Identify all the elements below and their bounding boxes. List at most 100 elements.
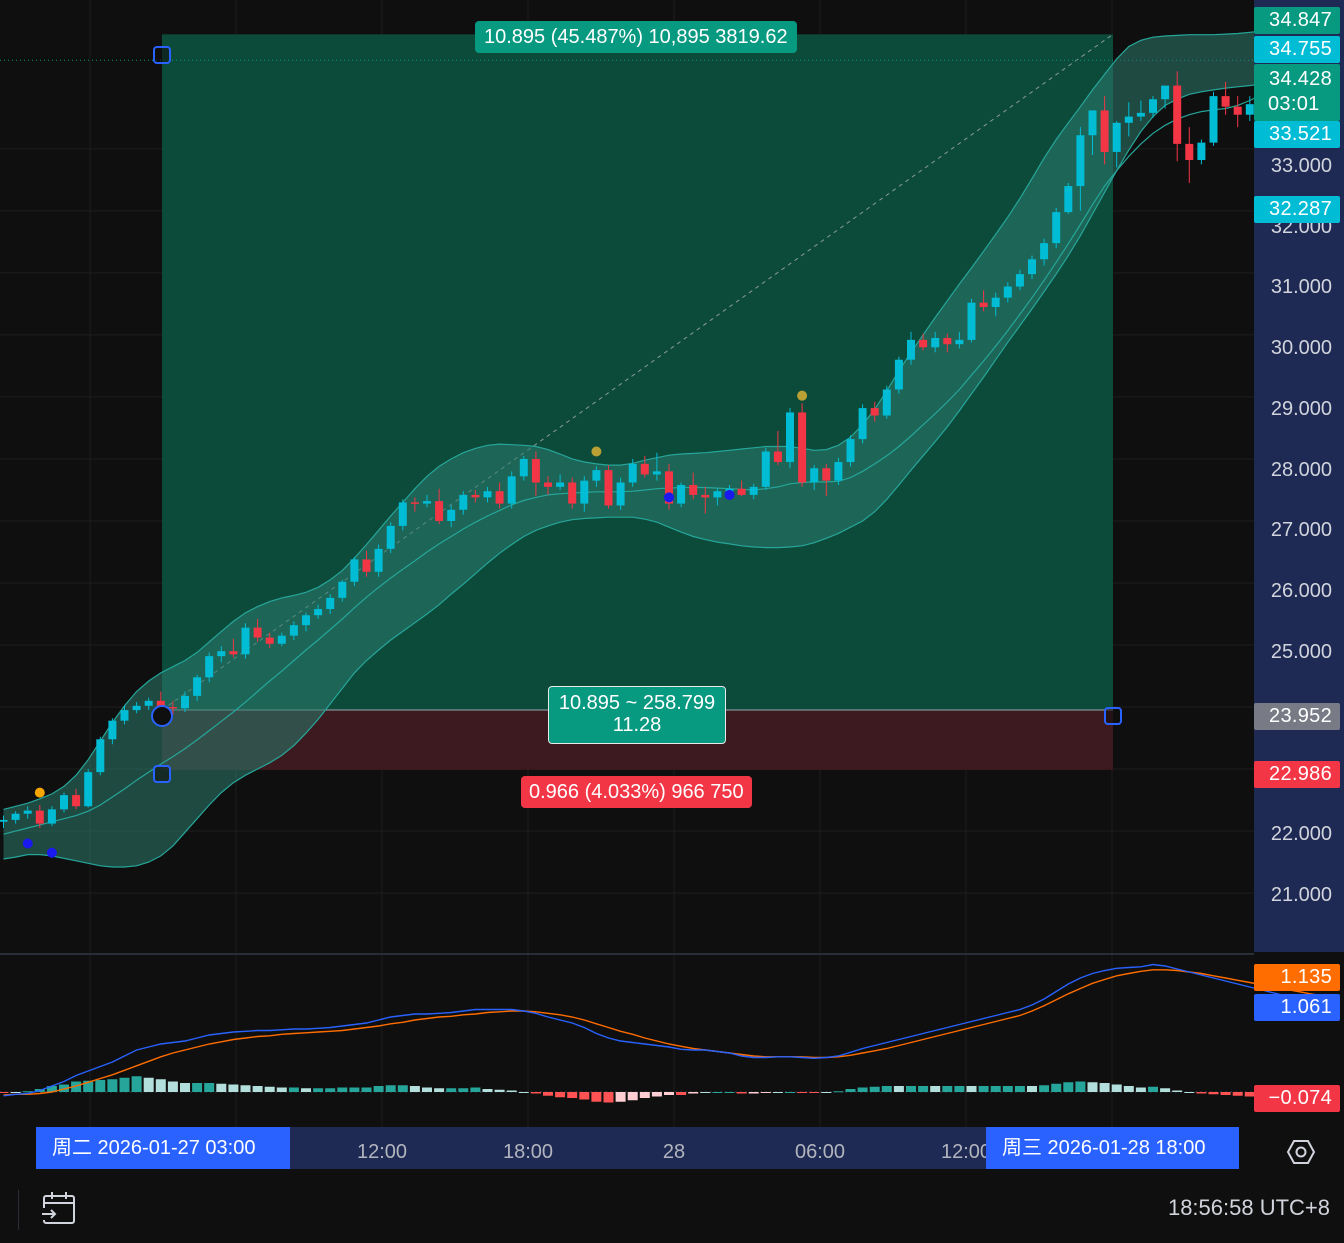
- macd-histogram-bar: [119, 1077, 130, 1092]
- candle-body: [507, 476, 516, 504]
- signal-dot: [797, 390, 808, 401]
- macd-histogram-bar: [180, 1083, 190, 1092]
- macd-histogram-bar: [869, 1086, 880, 1092]
- candle-body: [11, 813, 20, 820]
- macd-histogram-bar: [506, 1090, 517, 1092]
- candle-body: [277, 635, 286, 644]
- macd-histogram-bar: [95, 1080, 106, 1092]
- candle-body: [410, 502, 419, 504]
- macd-histogram-bar: [397, 1085, 408, 1092]
- macd-histogram-bar: [1172, 1090, 1183, 1092]
- candle-body: [1112, 122, 1121, 152]
- macd-histogram-bar: [470, 1087, 481, 1092]
- time-tick: 06:00: [794, 1141, 846, 1163]
- utc-clock[interactable]: 18:56:58 UTC+8: [1168, 1195, 1330, 1221]
- candle-body: [1209, 96, 1218, 143]
- candle-body: [1040, 243, 1049, 260]
- candle-body: [870, 408, 879, 416]
- macd-histogram-bar: [349, 1087, 360, 1092]
- candle-body: [386, 525, 395, 549]
- macd-histogram-bar: [458, 1088, 469, 1092]
- end-drag-handle[interactable]: [1104, 707, 1122, 725]
- stop-price-label: 22.986: [1254, 761, 1340, 788]
- macd-histogram-bar: [567, 1092, 578, 1098]
- candle-body: [580, 480, 589, 504]
- loss-callout: 0.966 (4.033%) 966 750: [521, 776, 752, 808]
- macd-histogram-bar: [1196, 1092, 1207, 1094]
- candle-body: [640, 463, 649, 475]
- macd-histogram-bar: [579, 1092, 590, 1100]
- macd-histogram-bar: [954, 1086, 965, 1092]
- signal-dot: [591, 446, 602, 457]
- macd-histogram-bar: [797, 1092, 808, 1093]
- macd-histogram-bar: [155, 1079, 166, 1092]
- candle-body: [568, 482, 577, 504]
- candle-body: [120, 710, 129, 721]
- calendar-goto-icon[interactable]: [40, 1190, 78, 1228]
- candle-body: [338, 581, 347, 598]
- entry-drag-handle[interactable]: [151, 705, 173, 727]
- signal-dot: [34, 787, 45, 798]
- macd-histogram-bar: [1099, 1083, 1110, 1092]
- candle-body: [531, 458, 540, 483]
- candle-body: [181, 695, 189, 709]
- candle-body: [1197, 142, 1206, 161]
- macd-histogram-bar: [930, 1086, 941, 1092]
- target-price-label: 34.847: [1254, 7, 1340, 34]
- candle-body: [1100, 110, 1109, 152]
- stop-drag-handle[interactable]: [153, 765, 171, 783]
- macd-histogram-bar: [1051, 1083, 1062, 1092]
- price-tick: 29.000: [1270, 398, 1332, 420]
- bottom-toolbar: [0, 1175, 1344, 1243]
- time-tick: 18:00: [502, 1141, 554, 1163]
- macd-histogram-bar: [1232, 1092, 1243, 1096]
- candle-body: [1076, 135, 1085, 187]
- candle-body: [858, 408, 867, 440]
- candle-body: [894, 359, 903, 390]
- macd-histogram-bar: [1184, 1092, 1195, 1093]
- macd-histogram-bar: [688, 1092, 699, 1094]
- macd-histogram-bar: [434, 1088, 445, 1092]
- candle-body: [302, 615, 310, 626]
- macd-histogram-bar: [1135, 1087, 1146, 1092]
- macd-histogram-bar: [131, 1076, 142, 1092]
- candle-body: [1233, 106, 1242, 115]
- gear-icon[interactable]: [1286, 1137, 1316, 1167]
- macd-histogram-bar: [240, 1085, 251, 1092]
- candle-body: [1052, 212, 1061, 244]
- macd-histogram-bar: [772, 1092, 783, 1093]
- macd-histogram-bar: [809, 1092, 820, 1093]
- candle-body: [47, 809, 56, 824]
- candle-body: [1161, 85, 1170, 100]
- candle-body: [229, 651, 238, 655]
- macd-histogram-bar: [107, 1079, 118, 1092]
- candle-body: [1015, 274, 1024, 287]
- candle-body: [471, 494, 480, 498]
- price-tick: 26.000: [1270, 580, 1332, 602]
- macd-histogram-bar: [373, 1086, 384, 1092]
- macd-histogram-bar: [942, 1086, 953, 1092]
- candle-body: [265, 637, 274, 644]
- macd-histogram-bar: [603, 1092, 614, 1103]
- candle-body: [834, 462, 843, 481]
- target-drag-handle[interactable]: [153, 46, 171, 64]
- macd-histogram-bar: [785, 1092, 795, 1093]
- price-tick: 21.000: [1270, 884, 1332, 906]
- macd-histogram-bar: [966, 1086, 977, 1092]
- position-mid-line1: 10.895 ~ 258.799: [558, 692, 716, 714]
- macd-histogram-bar: [760, 1092, 771, 1093]
- candle-body: [761, 451, 770, 487]
- price-tick: 31.000: [1270, 276, 1332, 298]
- candle-body: [374, 548, 383, 572]
- candle-body: [350, 559, 359, 582]
- chart-canvas[interactable]: [0, 0, 1344, 1243]
- macd-histogram-bar: [555, 1092, 566, 1098]
- candle-body: [737, 488, 746, 495]
- macd-histogram-bar: [591, 1092, 602, 1102]
- price-tick: 33.000: [1270, 155, 1332, 177]
- pane-separator[interactable]: [0, 953, 1254, 955]
- macd-histogram-bar: [385, 1085, 396, 1092]
- macd-histogram-bar: [615, 1092, 626, 1102]
- macd-histogram-bar: [833, 1091, 844, 1093]
- candle-body: [447, 509, 456, 521]
